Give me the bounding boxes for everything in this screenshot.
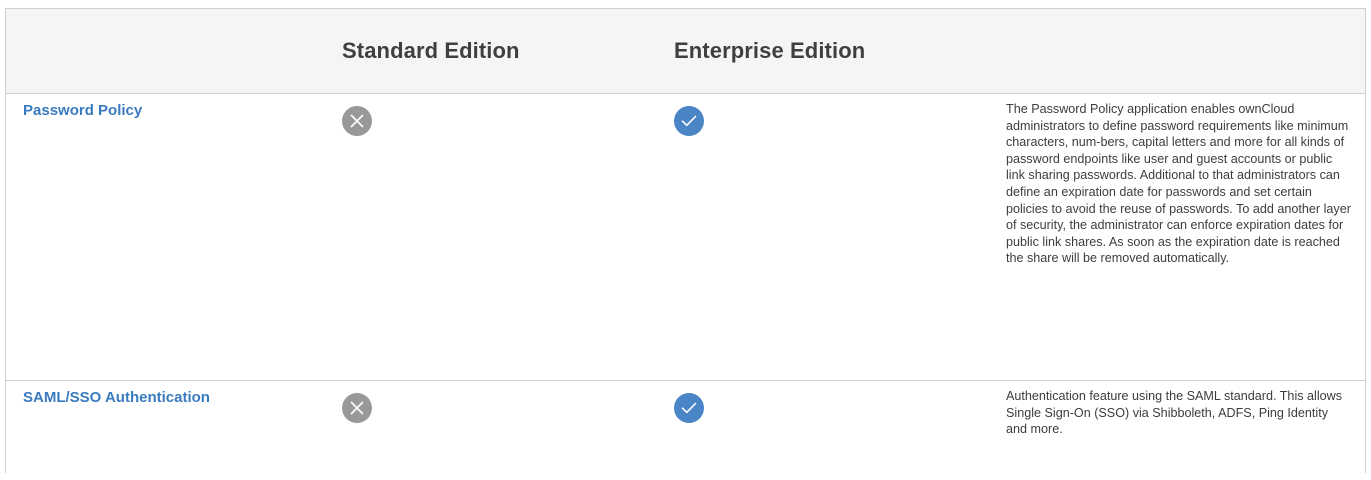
header-standard-label: Standard Edition	[342, 38, 520, 63]
feature-cell: Password Policy	[6, 94, 342, 380]
header-feature-label	[23, 9, 342, 38]
edition-comparison-table: Standard Edition Enterprise Edition Pass…	[5, 8, 1366, 473]
header-description-cell	[1006, 9, 1365, 93]
description-cell: The Password Policy application enables …	[1006, 94, 1365, 380]
description-cell: Authentication feature using the SAML st…	[1006, 381, 1365, 473]
enterprise-status-cell	[674, 381, 1006, 473]
check-glyph	[681, 402, 697, 414]
header-feature-cell	[6, 9, 342, 93]
header-enterprise-cell: Enterprise Edition	[674, 9, 1006, 93]
table-row: Password Policy The Password Policy appl…	[6, 94, 1365, 381]
standard-status-cell	[342, 381, 674, 473]
check-circle-icon	[674, 106, 704, 136]
feature-description: Authentication feature using the SAML st…	[1006, 389, 1343, 437]
feature-cell: SAML/SSO Authentication	[6, 381, 342, 473]
cross-glyph	[350, 114, 364, 128]
cross-circle-icon	[342, 106, 372, 136]
header-enterprise-label: Enterprise Edition	[674, 38, 866, 63]
standard-status-cell	[342, 94, 674, 380]
header-standard-cell: Standard Edition	[342, 9, 674, 93]
feature-link-saml-sso[interactable]: SAML/SSO Authentication	[23, 389, 210, 406]
check-glyph	[681, 115, 697, 127]
header-description-label	[1006, 9, 1365, 38]
enterprise-status-cell	[674, 94, 1006, 380]
cross-glyph	[350, 401, 364, 415]
check-circle-icon	[674, 393, 704, 423]
table-header-row: Standard Edition Enterprise Edition	[6, 9, 1365, 94]
table-row: SAML/SSO Authentication Authentication f…	[6, 381, 1365, 473]
feature-description: The Password Policy application enables …	[1006, 102, 1351, 266]
cross-circle-icon	[342, 393, 372, 423]
feature-link-password-policy[interactable]: Password Policy	[23, 102, 142, 119]
